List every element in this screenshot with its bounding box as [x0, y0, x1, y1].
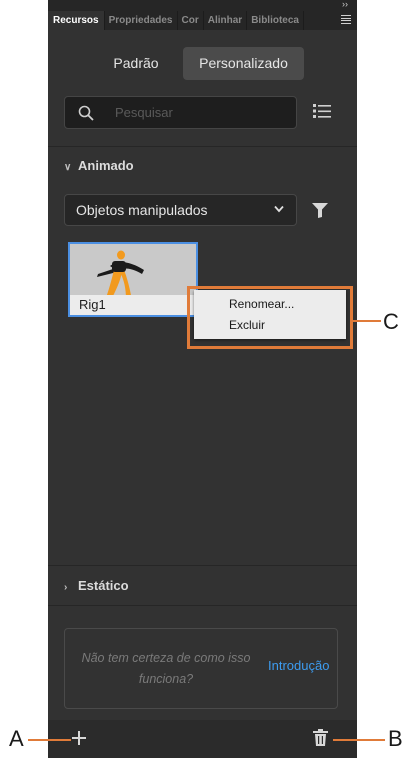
segment-personalizado[interactable]: Personalizado [183, 47, 304, 80]
panel-menu-icon[interactable] [341, 15, 351, 24]
help-box: Não tem certeza de como isso funciona? I… [64, 628, 338, 709]
asset-thumbnail-rig1[interactable]: Rig1 [68, 242, 198, 317]
tab-cor[interactable]: Cor [178, 11, 204, 30]
section-estatico-label: Estático [78, 578, 129, 593]
annotation-a-line [28, 739, 71, 741]
panel-bottom-bar [48, 720, 357, 758]
collapse-icon[interactable]: ›› [342, 0, 348, 10]
help-text: Não tem certeza de como isso funciona? [81, 651, 251, 686]
tab-biblioteca[interactable]: Biblioteca [247, 11, 304, 30]
filter-icon[interactable] [312, 203, 328, 218]
search-placeholder: Pesquisar [115, 105, 173, 120]
trash-icon[interactable] [313, 729, 328, 746]
tab-alinhar[interactable]: Alinhar [204, 11, 248, 30]
annotation-b-line [333, 739, 385, 741]
tab-propriedades[interactable]: Propriedades [105, 11, 178, 30]
annotation-c-label: C [383, 309, 399, 334]
asset-label-bar: Rig1 [70, 295, 196, 315]
search-icon [78, 105, 94, 121]
section-estatico-header[interactable]: › Estático [64, 576, 129, 596]
chevron-right-icon: › [64, 582, 68, 593]
asset-type-dropdown[interactable]: Objetos manipulados [64, 194, 297, 226]
divider [48, 565, 357, 566]
asset-name: Rig1 [79, 297, 106, 312]
list-view-icon[interactable] [313, 103, 331, 119]
dropdown-value: Objetos manipulados [76, 202, 208, 218]
annotation-a-label: A [9, 726, 24, 751]
divider [48, 146, 357, 147]
annotation-c-line [353, 320, 381, 322]
help-link[interactable]: Introdução [268, 658, 329, 673]
chevron-down-icon [274, 205, 284, 213]
search-field[interactable]: Pesquisar [64, 96, 297, 129]
panel-tabbar: Recursos Propriedades Cor Alinhar Biblio… [48, 11, 357, 30]
segment-padrao[interactable]: Padrão [101, 47, 171, 80]
chevron-down-icon: ∨ [64, 162, 72, 173]
section-animado-label: Animado [78, 158, 134, 173]
panel-top-strip: ›› [48, 0, 357, 11]
assets-panel: ›› Recursos Propriedades Cor Alinhar Bib… [48, 0, 357, 758]
annotation-b-label: B [388, 726, 403, 751]
add-icon[interactable] [72, 731, 86, 745]
tab-recursos[interactable]: Recursos [48, 11, 105, 30]
divider [48, 605, 357, 606]
section-animado-header[interactable]: ∨ Animado [64, 156, 134, 176]
annotation-c-box [187, 286, 353, 349]
